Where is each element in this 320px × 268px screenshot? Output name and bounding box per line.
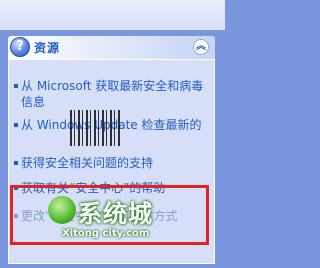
panel-title: 资源 (34, 41, 61, 55)
link-microsoft-security-info[interactable]: 从 Microsoft 获取最新安全和病毒信息 (14, 78, 208, 110)
watermark-logo-icon (48, 196, 76, 224)
chevron-double-up-icon[interactable]: ︽ (193, 39, 209, 55)
bullet-icon (14, 123, 18, 127)
bullet-icon (14, 84, 18, 88)
link-security-support[interactable]: 获得安全相关问题的支持 (14, 155, 208, 171)
watermark-url: Xitong city.com (62, 228, 150, 239)
panel-header[interactable]: ? 资源 ︽ (8, 36, 215, 59)
bullet-icon (14, 161, 18, 165)
resources-icon: ? (10, 37, 30, 57)
barcode-watermark (70, 110, 120, 146)
top-background (0, 0, 225, 30)
watermark-brand: 系统城 (78, 200, 153, 228)
